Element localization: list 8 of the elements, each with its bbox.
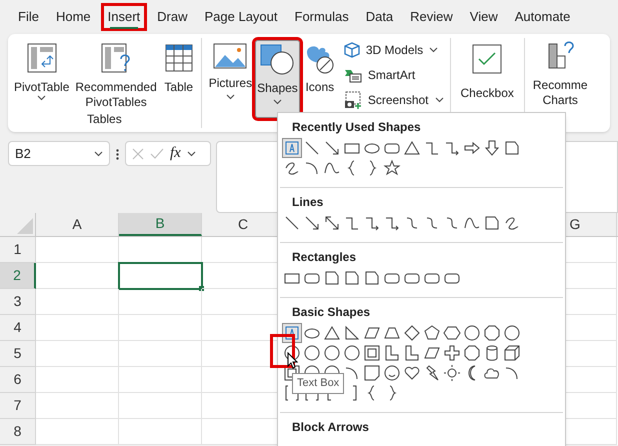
group-label: Tables (86, 111, 123, 128)
name-box-value: B2 (15, 144, 31, 163)
section-heading: Rectangles (291, 249, 358, 265)
section-heading: Lines (291, 194, 324, 210)
section-heading: Recently Used Shapes (291, 119, 422, 135)
tooltip: Text Box (292, 373, 344, 394)
section-heading: Basic Shapes (291, 304, 372, 320)
section-heading: Block Arrows (291, 419, 370, 435)
